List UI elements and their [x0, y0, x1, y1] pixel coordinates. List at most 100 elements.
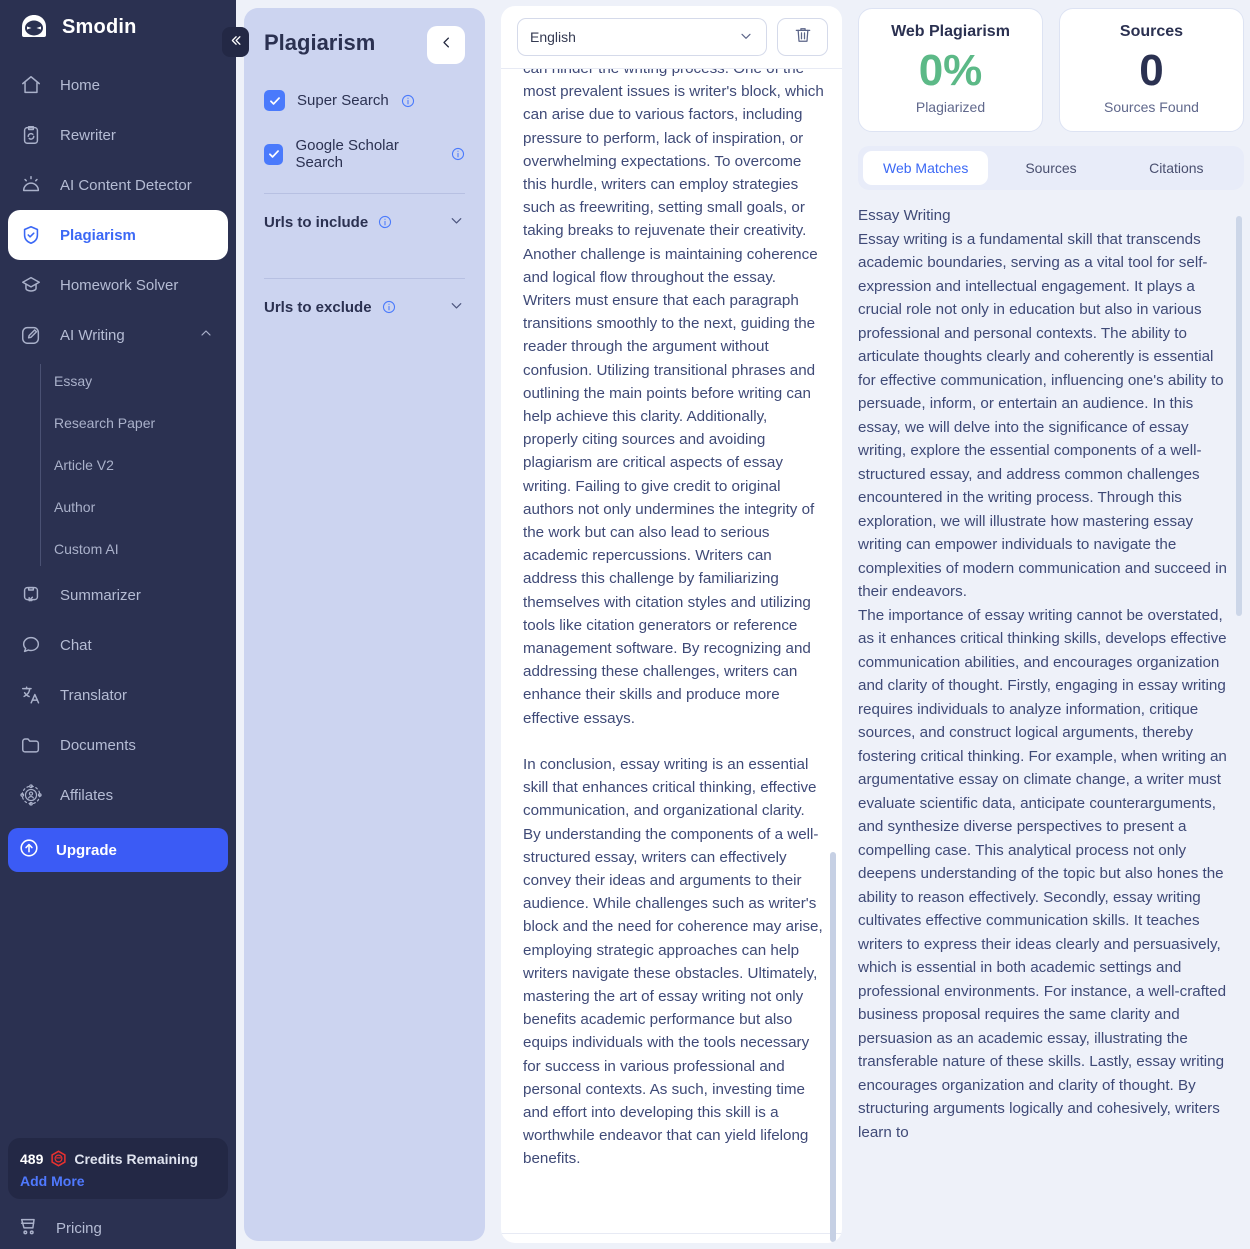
- sidebar-subitem-custom-ai[interactable]: Custom AI: [40, 528, 236, 570]
- sidebar-item-label: Home: [60, 76, 101, 94]
- brand-name: Smodin: [62, 15, 137, 38]
- stat-value: 0: [1139, 46, 1164, 95]
- page-title: Plagiarism: [264, 30, 376, 55]
- rewrite-clipboard-icon: [18, 122, 44, 148]
- ai-writing-subnav: Essay Research Paper Article V2 Author C…: [40, 360, 236, 570]
- sidebar-item-ai-content-detector[interactable]: AI Content Detector: [8, 160, 228, 210]
- upgrade-button[interactable]: Upgrade: [8, 828, 228, 872]
- stat-title: Web Plagiarism: [891, 23, 1010, 40]
- sidebar-item-label: Homework Solver: [60, 276, 179, 294]
- editor-panel: English can hinder the wri: [495, 0, 850, 1249]
- sidebar-item-ai-writing[interactable]: AI Writing: [8, 310, 228, 360]
- editor-toolbar: English: [501, 6, 842, 69]
- trash-icon: [793, 25, 813, 50]
- credits-box: 489 Credits Remaining Add More: [8, 1138, 228, 1199]
- accordion-label: Urls to include: [264, 213, 369, 231]
- editor-card: English can hinder the wri: [501, 6, 842, 1243]
- info-icon[interactable]: [401, 94, 415, 108]
- credit-coin-icon: [50, 1150, 67, 1167]
- credits-count: 489: [20, 1150, 44, 1167]
- sidebar-item-summarizer[interactable]: Summarizer: [8, 570, 228, 620]
- tab-web-matches[interactable]: Web Matches: [863, 151, 989, 185]
- sidebar-item-plagiarism[interactable]: Plagiarism: [8, 210, 228, 260]
- match-body: Essay writing is a fundamental skill tha…: [858, 228, 1230, 1145]
- credits-label: Credits Remaining: [74, 1150, 199, 1167]
- info-icon[interactable]: [382, 300, 396, 314]
- sidebar-item-documents[interactable]: Documents: [8, 720, 228, 770]
- affiliates-network-icon: [18, 782, 44, 808]
- sidebar-item-homework-solver[interactable]: Homework Solver: [8, 260, 228, 310]
- match-title: Essay Writing: [858, 207, 951, 224]
- sidebar: Smodin Home Rewriter AI Content Detector…: [0, 0, 236, 1249]
- match-paragraph: The importance of essay writing cannot b…: [858, 606, 1227, 1141]
- brand: Smodin: [0, 0, 236, 56]
- web-plagiarism-card: Web Plagiarism 0% Plagiarized: [858, 8, 1043, 132]
- sidebar-item-label: Documents: [60, 736, 136, 754]
- sidebar-item-label: AI Content Detector: [60, 176, 192, 194]
- tab-sources[interactable]: Sources: [988, 151, 1113, 185]
- results-scrollbar-thumb[interactable]: [1236, 216, 1242, 616]
- editor-paragraph: In conclusion, essay writing is an essen…: [523, 755, 823, 1168]
- chevron-up-icon[interactable]: [198, 325, 214, 345]
- translate-icon: [18, 682, 44, 708]
- super-search-checkbox[interactable]: [264, 90, 285, 111]
- options-card: Plagiarism Super Search Google Scholar S…: [244, 8, 485, 1241]
- options-panel: Plagiarism Super Search Google Scholar S…: [236, 0, 495, 1249]
- sidebar-item-label: Chat: [60, 636, 92, 654]
- stat-value: 0%: [918, 46, 983, 95]
- sidebar-subitem-research-paper[interactable]: Research Paper: [40, 402, 236, 444]
- chevron-down-icon: [738, 28, 754, 47]
- checkbox-row-super-search[interactable]: Super Search: [264, 90, 465, 111]
- sidebar-item-pricing[interactable]: Pricing: [8, 1207, 228, 1249]
- sidebar-nav: Home Rewriter AI Content Detector Plagia…: [0, 56, 236, 872]
- accordion-urls-to-exclude[interactable]: Urls to exclude: [264, 279, 465, 335]
- sidebar-item-chat[interactable]: Chat: [8, 620, 228, 670]
- language-select[interactable]: English: [517, 18, 767, 56]
- match-paragraph: Essay writing is a fundamental skill tha…: [858, 230, 1227, 601]
- cart-icon: [18, 1215, 40, 1241]
- sidebar-item-rewriter[interactable]: Rewriter: [8, 110, 228, 160]
- upgrade-label: Upgrade: [56, 841, 117, 859]
- accordion-label: Urls to exclude: [264, 298, 372, 316]
- chevron-down-icon[interactable]: [448, 212, 465, 232]
- sidebar-item-label: Summarizer: [60, 586, 141, 604]
- web-matches-content: Essay Writing Essay writing is a fundame…: [858, 204, 1244, 1249]
- options-header: Plagiarism: [264, 26, 465, 64]
- summarize-icon: [18, 582, 44, 608]
- sidebar-subitem-article-v2[interactable]: Article V2: [40, 444, 236, 486]
- pencil-icon: [18, 322, 44, 348]
- double-chevron-left-icon: [228, 33, 243, 51]
- sidebar-item-label: Pricing: [56, 1219, 102, 1237]
- sidebar-item-translator[interactable]: Translator: [8, 670, 228, 720]
- editor-scrollbar-thumb[interactable]: [830, 852, 836, 1242]
- info-icon[interactable]: [451, 147, 465, 161]
- sidebar-item-label: AI Writing: [60, 326, 125, 344]
- tab-citations[interactable]: Citations: [1114, 151, 1239, 185]
- add-more-link[interactable]: Add More: [20, 1173, 216, 1189]
- results-panel: Web Plagiarism 0% Plagiarized Sources 0 …: [850, 0, 1250, 1249]
- chevron-left-icon: [439, 35, 454, 55]
- sidebar-item-affilates[interactable]: Affilates: [8, 770, 228, 820]
- sidebar-item-label: Rewriter: [60, 126, 116, 144]
- sidebar-item-label: Affilates: [60, 786, 114, 804]
- chevron-down-icon[interactable]: [448, 297, 465, 317]
- sidebar-item-home[interactable]: Home: [8, 60, 228, 110]
- sidebar-subitem-essay[interactable]: Essay: [40, 360, 236, 402]
- sidebar-item-label: Translator: [60, 686, 127, 704]
- options-collapse-button[interactable]: [427, 26, 465, 64]
- checkbox-row-google-scholar-search[interactable]: Google Scholar Search: [264, 137, 465, 171]
- sidebar-subitem-author[interactable]: Author: [40, 486, 236, 528]
- info-icon[interactable]: [378, 215, 392, 229]
- shield-check-icon: [18, 222, 44, 248]
- clear-text-button[interactable]: [777, 18, 828, 56]
- chat-bubble-icon: [18, 632, 44, 658]
- editor-text-area[interactable]: can hinder the writing process. One of t…: [501, 69, 842, 1233]
- sidebar-collapse-button[interactable]: [222, 27, 249, 57]
- smodin-logo-icon: [18, 12, 50, 42]
- accordion-urls-to-include[interactable]: Urls to include: [264, 194, 465, 250]
- editor-content: can hinder the writing process. One of t…: [523, 69, 826, 1171]
- google-scholar-search-checkbox[interactable]: [264, 143, 284, 165]
- upgrade-arrow-icon: [18, 837, 40, 863]
- stat-title: Sources: [1119, 23, 1184, 40]
